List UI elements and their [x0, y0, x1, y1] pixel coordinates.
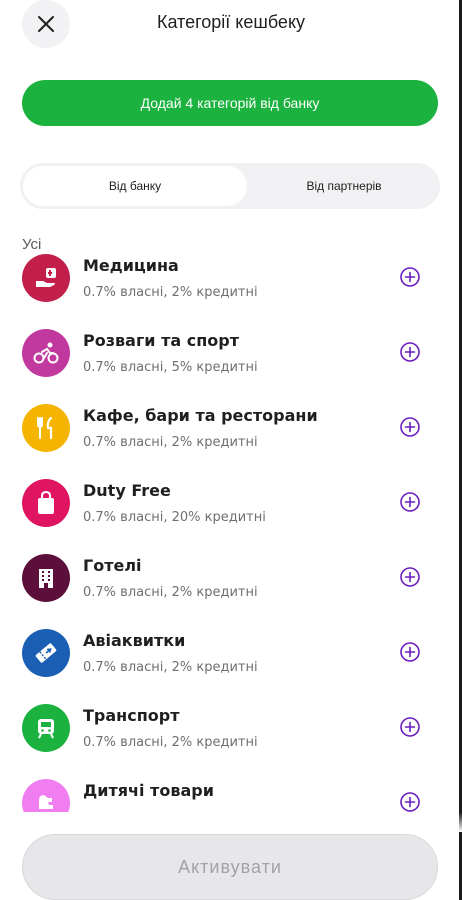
list-fade	[0, 812, 462, 832]
fork-knife-icon	[22, 404, 70, 452]
category-rates: 0.7% власні, 2% кредитні	[83, 660, 258, 675]
category-list: Медицина 0.7% власні, 2% кредитні Розваг…	[0, 252, 462, 812]
add-bank-categories-button[interactable]: Додай 4 категорій від банку	[22, 80, 438, 126]
category-title: Медицина	[83, 256, 179, 275]
category-item-entertainment[interactable]: Розваги та спорт 0.7% власні, 5% кредитн…	[0, 327, 462, 387]
category-item-transport[interactable]: Транспорт 0.7% власні, 2% кредитні	[0, 702, 462, 762]
plus-circle-icon[interactable]	[399, 566, 421, 588]
tab-partners[interactable]: Від партнерів	[251, 166, 437, 206]
plane-ticket-icon	[22, 629, 70, 677]
category-title: Авіаквитки	[83, 631, 186, 650]
plus-circle-icon[interactable]	[399, 716, 421, 738]
page-title: Категорії кешбеку	[156, 12, 306, 32]
hotel-building-icon	[22, 554, 70, 602]
category-rates: 0.7% власні, 2% кредитні	[83, 735, 258, 750]
toy-horse-icon	[22, 779, 70, 812]
category-title: Duty Free	[83, 481, 171, 500]
category-rates: 0.7% власні, 2% кредитні	[83, 285, 258, 300]
category-item-hotels[interactable]: Готелі 0.7% власні, 2% кредитні	[0, 552, 462, 612]
category-item-duty-free[interactable]: Duty Free 0.7% власні, 20% кредитні	[0, 477, 462, 537]
plus-circle-icon[interactable]	[399, 791, 421, 812]
category-rates: 0.7% власні, 2% кредитні	[83, 435, 258, 450]
tab-bank[interactable]: Від банку	[23, 166, 247, 206]
category-title: Готелі	[83, 556, 142, 575]
source-segmented-control: Від банку Від партнерів	[20, 163, 440, 209]
plus-circle-icon[interactable]	[399, 641, 421, 663]
category-item-air-tickets[interactable]: Авіаквитки 0.7% власні, 2% кредитні	[0, 627, 462, 687]
shopping-bag-icon	[22, 479, 70, 527]
category-title: Кафе, бари та ресторани	[83, 406, 318, 425]
category-title: Транспорт	[83, 706, 180, 725]
activate-button[interactable]: Активувати	[22, 834, 438, 900]
header: Категорії кешбеку	[0, 0, 462, 48]
plus-circle-icon[interactable]	[399, 266, 421, 288]
cyclist-icon	[22, 329, 70, 377]
plus-circle-icon[interactable]	[399, 341, 421, 363]
category-rates: 0.7% власні, 2% кредитні	[83, 585, 258, 600]
section-label-all: Усі	[22, 236, 42, 253]
category-item-cafes[interactable]: Кафе, бари та ресторани 0.7% власні, 2% …	[0, 402, 462, 462]
medicine-hand-icon	[22, 254, 70, 302]
category-rates: 0.7% власні, 5% кредитні	[83, 360, 258, 375]
category-item-kids-goods[interactable]: Дитячі товари	[0, 777, 462, 812]
category-rates: 0.7% власні, 20% кредитні	[83, 510, 266, 525]
category-title: Розваги та спорт	[83, 331, 239, 350]
category-title: Дитячі товари	[83, 781, 214, 800]
plus-circle-icon[interactable]	[399, 416, 421, 438]
plus-circle-icon[interactable]	[399, 491, 421, 513]
category-item-medicine[interactable]: Медицина 0.7% власні, 2% кредитні	[0, 252, 462, 312]
train-icon	[22, 704, 70, 752]
